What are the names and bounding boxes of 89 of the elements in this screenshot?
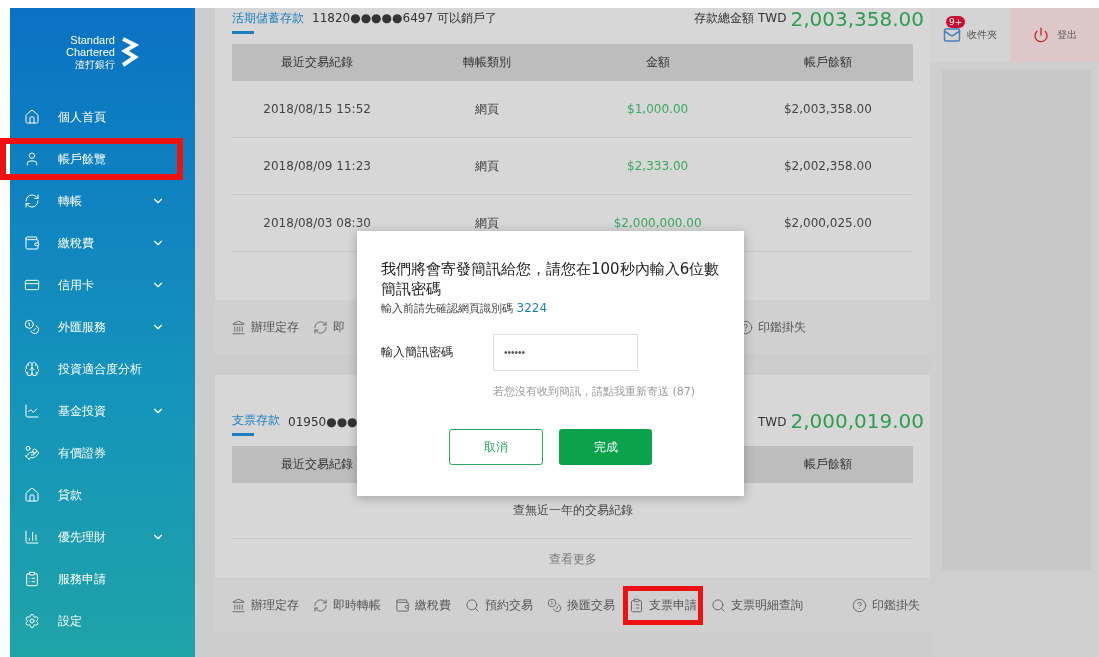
clipboard-icon [629, 597, 644, 613]
head-icon [24, 361, 40, 377]
refresh-icon [313, 597, 328, 613]
coins-icon [24, 319, 40, 335]
refresh-icon [24, 193, 40, 209]
search-icon [465, 597, 480, 613]
column-header: 金額 [645, 55, 670, 69]
table-cell: $2,000,000.00 [613, 216, 702, 230]
bank-icon [231, 319, 246, 335]
sidebar-item[interactable]: 轉帳 [0, 180, 183, 222]
empty-message: 查無近一年的交易紀錄 [512, 502, 633, 519]
account-type-tab[interactable]: 活期儲蓄存款 [232, 10, 304, 31]
table-cell: 2018/08/09 11:23 [263, 159, 371, 173]
wallet-icon [24, 235, 40, 251]
table-cell: 網頁 [475, 158, 500, 173]
total-label: 存款總金額 TWD [694, 10, 787, 27]
account-number: 01950●●● [288, 415, 358, 431]
sidebar-item[interactable]: 投資適合度分析 [0, 348, 183, 390]
sidebar-item[interactable]: 設定 [0, 600, 183, 642]
bar-chart-icon [24, 529, 40, 545]
column-header: 最近交易紀錄 [281, 457, 354, 471]
sidebar-item[interactable]: 外匯服務 [0, 306, 183, 348]
table-cell: $2,003,358.00 [783, 102, 872, 116]
clipboard-icon [24, 571, 40, 587]
account-number: 11820●●●●●6497 可以銷戶了 [312, 10, 497, 27]
column-header: 轉帳類別 [463, 55, 512, 69]
table-cell: 網頁 [475, 101, 500, 116]
power-icon [1032, 27, 1049, 43]
table-cell: 2018/08/15 15:52 [263, 102, 371, 116]
resend-link[interactable]: 若您沒有收到簡訊，請點我重新寄送 (87) [493, 384, 720, 399]
account-type-tab[interactable]: 支票存款 [232, 412, 280, 433]
coins-icon [547, 597, 562, 613]
confirm-button[interactable]: 完成 [559, 429, 652, 465]
total-amount: 2,003,358.00 [790, 7, 924, 31]
home-icon [24, 109, 40, 125]
action-button[interactable]: 換匯交易 [541, 585, 621, 625]
sidebar-item[interactable]: 貸款 [0, 474, 183, 516]
settings-icon [24, 613, 40, 629]
sidebar-item[interactable]: 有價證券 [0, 432, 183, 474]
column-header: 帳戶餘額 [803, 55, 852, 69]
action-button[interactable]: 辦理定存 [225, 585, 305, 625]
table-cell: 2018/08/03 08:30 [263, 216, 371, 230]
action-button[interactable]: 支票申請 [623, 585, 703, 625]
logout-button[interactable]: 登出 [1010, 8, 1099, 62]
action-button[interactable]: 支票明細查詢 [705, 585, 809, 625]
sidebar-item[interactable]: 信用卡 [0, 264, 183, 306]
total-amount: 2,000,019.00 [790, 409, 924, 433]
search-icon [711, 597, 726, 613]
action-button[interactable]: 印鑑掛失 [846, 585, 926, 625]
sidebar-item[interactable]: 繳稅費 [0, 222, 183, 264]
help-icon [852, 597, 867, 613]
inbox-button[interactable]: 9+ 收件夾 [930, 8, 1010, 62]
view-more-link[interactable]: 查看更多 [548, 551, 597, 568]
chart-icon [24, 403, 40, 419]
brand-local-name: 渣打銀行 [74, 57, 115, 71]
action-button[interactable]: 繳稅費 [389, 585, 457, 625]
dialog-title: 我們將會寄發簡訊給您，請您在100秒內輸入6位數簡訊密碼 [381, 259, 721, 299]
dialog-subtitle: 輸入前請先確認網頁識別碼 3224 [381, 301, 549, 316]
column-header: 最近交易紀錄 [281, 55, 354, 69]
action-button[interactable]: 辦理定存 [225, 307, 305, 347]
sidebar-item[interactable]: 個人首頁 [0, 96, 183, 138]
table-cell: $2,002,358.00 [783, 159, 872, 173]
sidebar-item[interactable]: 優先理財 [0, 516, 183, 558]
card-icon [24, 277, 40, 293]
field-label: 輸入簡訊密碼 [381, 344, 454, 361]
table-cell: $2,333.00 [627, 159, 689, 173]
brand-name: Standard [70, 33, 115, 46]
hand-coin-icon [24, 445, 40, 461]
sidebar-item[interactable]: 服務申請 [0, 558, 183, 600]
table-cell: $2,000,025.00 [783, 216, 872, 230]
table-cell: 網頁 [475, 215, 500, 230]
total-label: TWD [757, 415, 787, 431]
action-button[interactable]: 即時轉帳 [307, 585, 387, 625]
action-button[interactable]: 預約交易 [459, 585, 539, 625]
sms-code-field[interactable]: •••••• [493, 334, 638, 371]
table-cell: $1,000.00 [627, 102, 689, 116]
house-icon [24, 487, 40, 503]
action-button[interactable]: 即 [307, 307, 351, 347]
column-header: 帳戶餘額 [803, 457, 852, 471]
bank-icon [231, 597, 246, 613]
notification-badge: 9+ [946, 16, 966, 28]
sidebar-item[interactable]: 基金投資 [0, 390, 183, 432]
user-icon [24, 151, 40, 167]
cancel-button[interactable]: 取消 [449, 429, 543, 465]
sidebar-item[interactable]: 帳戶餘覽 [0, 138, 183, 180]
refresh-icon [313, 319, 328, 335]
mail-icon [943, 26, 961, 44]
brand-name: Chartered [66, 45, 115, 58]
wallet-icon [395, 597, 410, 613]
